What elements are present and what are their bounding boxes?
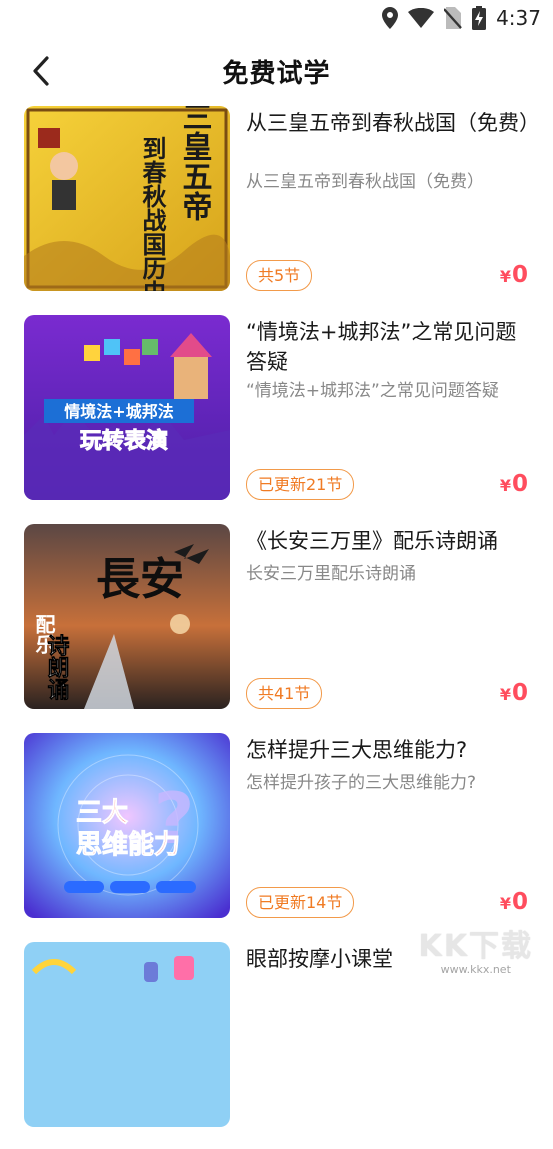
lesson-count-badge: 共41节 bbox=[246, 678, 323, 709]
course-thumbnail[interactable]: ? 三大 思维能力 bbox=[24, 733, 230, 918]
chevron-left-icon bbox=[33, 56, 49, 86]
course-subtitle: “情境法+城邦法”之常见问题答疑 bbox=[246, 381, 499, 401]
page-title: 免费试学 bbox=[222, 58, 331, 89]
price-currency: ¥ bbox=[499, 685, 511, 704]
course-item[interactable]: 情境法+城邦法 玩转表演 “情境法+城邦法”之常见问题答疑 “情境法+城邦法”之… bbox=[0, 313, 553, 522]
course-item[interactable]: 从三皇五帝 到春秋战国历史剧 从三皇五帝到春秋战国（免费） 从三皇五帝到春秋战国… bbox=[0, 104, 553, 313]
battery-charging-icon bbox=[472, 6, 487, 30]
course-price: ¥0 bbox=[500, 262, 528, 288]
course-list: 从三皇五帝 到春秋战国历史剧 从三皇五帝到春秋战国（免费） 从三皇五帝到春秋战国… bbox=[0, 104, 553, 1149]
lesson-count-badge: 已更新14节 bbox=[246, 887, 355, 918]
course-title: “情境法+城邦法”之常见问题答疑 bbox=[246, 320, 517, 374]
thumb-main-text: 诗朗诵 bbox=[44, 634, 70, 700]
course-thumbnail[interactable]: 情境法+城邦法 玩转表演 bbox=[24, 315, 230, 500]
course-subtitle: 长安三万里配乐诗朗诵 bbox=[246, 564, 416, 584]
lesson-count-badge: 已更新21节 bbox=[246, 469, 355, 500]
course-item[interactable]: 長安 配乐 诗朗诵 《长安三万里》配乐诗朗诵 长安三万里配乐诗朗诵 共41节 ¥… bbox=[0, 522, 553, 731]
wifi-icon bbox=[408, 8, 435, 28]
thumb-calligraphy-text: 長安 bbox=[96, 554, 184, 605]
course-title: 怎样提升三大思维能力? bbox=[246, 738, 468, 762]
price-value: 0 bbox=[511, 889, 528, 915]
course-thumbnail[interactable]: 長安 配乐 诗朗诵 bbox=[24, 524, 230, 709]
course-title: 从三皇五帝到春秋战国（免费） bbox=[246, 111, 540, 135]
thumb-line2-text: 思维能力 bbox=[76, 829, 180, 860]
thumb-banner-text: 情境法+城邦法 bbox=[64, 402, 173, 421]
course-price: ¥0 bbox=[500, 680, 528, 706]
thumb-vertical-text-right: 从三皇五帝 bbox=[177, 106, 213, 221]
course-price: ¥0 bbox=[500, 471, 528, 497]
course-item[interactable]: ? 三大 思维能力 怎样提升三大思维能力? 怎样提升孩子的三大思维能力? 已更新… bbox=[0, 731, 553, 940]
lesson-count-badge: 共5节 bbox=[246, 260, 313, 291]
app-header: 免费试学 bbox=[0, 40, 553, 102]
price-currency: ¥ bbox=[499, 894, 511, 913]
course-price: ¥0 bbox=[500, 889, 528, 915]
no-sim-icon bbox=[444, 7, 462, 29]
clock: 4:37 bbox=[496, 6, 541, 30]
thumb-headline-text: 玩转表演 bbox=[80, 428, 168, 454]
price-value: 0 bbox=[511, 471, 528, 497]
course-thumbnail[interactable] bbox=[24, 942, 230, 1127]
price-value: 0 bbox=[511, 680, 528, 706]
location-icon bbox=[382, 7, 399, 29]
course-subtitle: 怎样提升孩子的三大思维能力? bbox=[246, 773, 477, 793]
site-watermark: KK下载 www.kkx.net bbox=[419, 921, 534, 976]
price-currency: ¥ bbox=[499, 267, 511, 286]
thumb-vertical-text-left: 到春秋战国历史剧 bbox=[138, 136, 166, 291]
watermark-logo: KK下载 bbox=[418, 929, 533, 964]
price-value: 0 bbox=[511, 262, 528, 288]
course-thumbnail[interactable]: 从三皇五帝 到春秋战国历史剧 bbox=[24, 106, 230, 291]
price-currency: ¥ bbox=[499, 476, 511, 495]
status-bar: 4:37 bbox=[0, 0, 553, 36]
thumb-line1-text: 三大 bbox=[76, 798, 128, 828]
course-subtitle: 从三皇五帝到春秋战国（免费） bbox=[246, 172, 484, 192]
back-button[interactable] bbox=[24, 54, 58, 88]
course-title: 《长安三万里》配乐诗朗诵 bbox=[246, 529, 498, 553]
